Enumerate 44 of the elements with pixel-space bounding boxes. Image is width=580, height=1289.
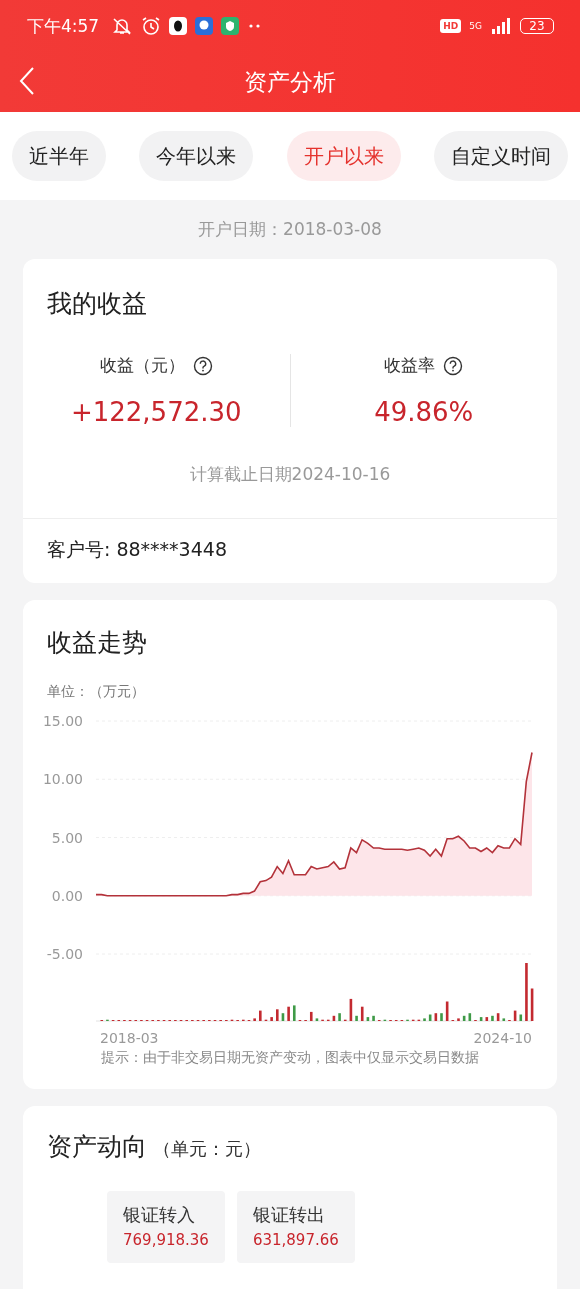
app-icon [195,17,214,35]
muted-bell-icon [111,16,134,36]
battery-level: 23 [520,18,554,34]
hd-badge: HD [440,19,462,33]
app-icon [169,17,188,35]
card-title: 资产动向 [47,1131,147,1163]
app-icon [221,17,240,35]
metric-label: 收益（元） [99,354,185,377]
flow-value: 769,918.36 [123,1231,209,1251]
y-axis-label: 10.00 [42,771,83,788]
card-title: 我的收益 [47,289,147,318]
back-icon[interactable] [18,66,36,96]
chart-note: 提示：由于非交易日期无资产变动，图表中仅显示交易日数据 [101,1049,479,1065]
unit-label: （单元：元） [153,1137,261,1161]
customer-number: 客户号: 88****3448 [46,537,228,562]
help-icon[interactable] [443,355,464,376]
card-title: 收益走势 [47,628,147,657]
status-time: 下午4:57 [27,14,100,38]
metric-label: 收益率 [384,354,436,377]
x-axis-label: 2024-10 [473,1030,532,1046]
x-axis-label: 2018-03 [100,1030,159,1046]
flow-tile[interactable]: 银证转入 769,918.36 [107,1191,225,1263]
period-tab[interactable]: 今年以来 [139,131,254,181]
period-tab[interactable]: 自定义时间 [434,131,568,181]
period-tab[interactable]: 近半年 [12,131,106,181]
y-axis-label: 0.00 [51,887,83,904]
page-title: 资产分析 [244,67,336,97]
flow-value: 631,897.66 [252,1231,339,1251]
alarm-icon [141,16,162,36]
metric-value: +122,572.30 [70,397,242,427]
y-axis-label: 5.00 [51,829,83,846]
flow-label: 银证转入 [123,1203,196,1227]
metric-value: 49.86% [374,397,474,427]
y-axis-label: -5.00 [46,946,83,962]
signal-icon [490,18,512,34]
as-of-date: 计算截止日期2024-10-16 [23,427,557,519]
network-label: 5G [469,21,482,31]
unit-label: 单位：（万元） [47,683,145,699]
open-date: 开户日期：2018-03-08 [197,218,383,241]
help-icon[interactable] [192,355,213,376]
flow-label: 银证转出 [252,1203,326,1227]
flow-tile[interactable]: 银证转出 631,897.66 [236,1191,355,1263]
y-axis-label: 15.00 [42,713,83,729]
period-tab[interactable]: 开户以来 [286,131,401,181]
